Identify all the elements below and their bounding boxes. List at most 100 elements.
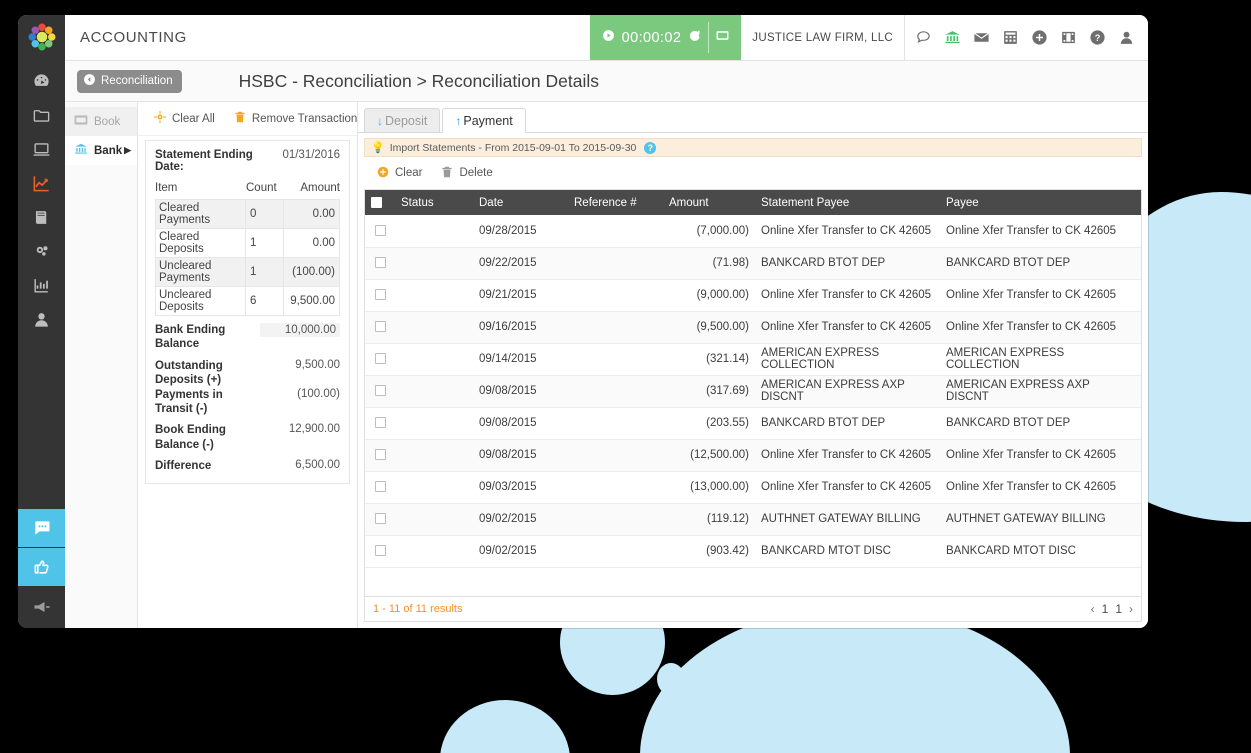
cell-amount: (321.14) xyxy=(663,343,755,375)
sidebar-item-library[interactable] xyxy=(18,200,65,234)
table-row[interactable]: 09/14/2015(321.14)AMERICAN EXPRESS COLLE… xyxy=(365,343,1142,375)
video-icon[interactable] xyxy=(1054,15,1082,61)
row-checkbox[interactable] xyxy=(375,385,386,396)
table-row: Cleared Deposits 1 0.00 xyxy=(156,229,340,258)
row-checkbox[interactable] xyxy=(375,545,386,556)
help-icon[interactable]: ? xyxy=(644,142,656,154)
table-row[interactable]: 09/28/2015(7,000.00)Online Xfer Transfer… xyxy=(365,215,1142,247)
cell-actions[interactable] xyxy=(1140,279,1142,311)
sidebar-item-accounting[interactable] xyxy=(18,166,65,200)
row-checkbox[interactable] xyxy=(375,449,386,460)
select-all-checkbox-header[interactable] xyxy=(365,190,395,215)
cell-actions[interactable] xyxy=(1140,439,1142,471)
cell-actions[interactable] xyxy=(1140,215,1142,247)
row-checkbox[interactable] xyxy=(375,257,386,268)
table-row[interactable]: 09/03/2015(13,000.00)Online Xfer Transfe… xyxy=(365,471,1142,503)
current-page[interactable]: 1 xyxy=(1102,602,1109,616)
thumbs-up-icon[interactable] xyxy=(18,548,65,586)
cell-actions[interactable] xyxy=(1140,311,1142,343)
table-row[interactable]: 09/02/2015(119.12)AUTHNET GATEWAY BILLIN… xyxy=(365,503,1142,535)
table-row[interactable]: 09/08/2015(12,500.00)Online Xfer Transfe… xyxy=(365,439,1142,471)
cell-actions[interactable] xyxy=(1140,503,1142,535)
select-all-checkbox[interactable] xyxy=(371,197,382,208)
sidebar-item-book[interactable]: Book xyxy=(65,107,137,136)
statement-ending-date-row: Statement Ending Date: 01/31/2016 xyxy=(146,149,349,182)
row-checkbox-cell[interactable] xyxy=(365,439,395,471)
tab-payment[interactable]: ↑ Payment xyxy=(442,108,525,133)
cell-date: 09/08/2015 xyxy=(473,439,568,471)
table-row[interactable]: 09/08/2015(203.55)BANKCARD BTOT DEPBANKC… xyxy=(365,407,1142,439)
row-checkbox-cell[interactable] xyxy=(365,247,395,279)
cell-status xyxy=(395,439,473,471)
delete-button[interactable]: Delete xyxy=(440,165,492,182)
table-row[interactable]: 09/08/2015(317.69)AMERICAN EXPRESS AXP D… xyxy=(365,375,1142,407)
total-label: Book Ending Balance (-) xyxy=(155,423,260,452)
row-checkbox-cell[interactable] xyxy=(365,279,395,311)
sidebar-item-reports[interactable] xyxy=(18,268,65,302)
column-header-status[interactable]: Status xyxy=(395,190,473,215)
row-checkbox[interactable] xyxy=(375,289,386,300)
mail-icon[interactable] xyxy=(967,15,995,61)
sidebar-item-dashboard[interactable] xyxy=(18,64,65,98)
megaphone-icon[interactable] xyxy=(18,586,65,628)
sidebar-item-monitor[interactable] xyxy=(18,132,65,166)
column-header-reference[interactable]: Reference # xyxy=(568,190,663,215)
cell-date: 09/16/2015 xyxy=(473,311,568,343)
table-row[interactable]: 09/22/2015(71.98)BANKCARD BTOT DEPBANKCA… xyxy=(365,247,1142,279)
flower-logo[interactable] xyxy=(27,22,57,52)
chat-icon[interactable] xyxy=(909,15,937,61)
reset-icon[interactable] xyxy=(688,29,701,46)
cell-actions[interactable] xyxy=(1140,247,1142,279)
column-header-amount[interactable]: Amount xyxy=(663,190,755,215)
table-row[interactable]: 09/16/2015(9,500.00)Online Xfer Transfer… xyxy=(365,311,1142,343)
bank-icon[interactable] xyxy=(938,15,966,61)
clear-icon xyxy=(376,165,390,182)
timer-widget[interactable]: 00:00:02 xyxy=(590,15,742,60)
row-checkbox-cell[interactable] xyxy=(365,311,395,343)
play-icon[interactable] xyxy=(602,29,615,46)
tab-deposit[interactable]: ↓ Deposit xyxy=(364,108,440,132)
row-checkbox-cell[interactable] xyxy=(365,407,395,439)
clear-all-button[interactable]: Clear All xyxy=(153,110,215,127)
row-checkbox[interactable] xyxy=(375,321,386,332)
prev-page-button[interactable]: ‹ xyxy=(1091,602,1095,616)
chat-bubble-icon[interactable] xyxy=(18,509,65,547)
calculator-icon[interactable] xyxy=(996,15,1024,61)
cell-date: 09/08/2015 xyxy=(473,375,568,407)
back-to-reconciliation-button[interactable]: Reconciliation xyxy=(77,70,182,93)
sidebar-item-bank[interactable]: Bank ▶ xyxy=(65,136,137,165)
column-header-statement-payee[interactable]: Statement Payee xyxy=(755,190,940,215)
cell-actions[interactable] xyxy=(1140,535,1142,567)
table-row[interactable]: 09/02/2015(903.42)BANKCARD MTOT DISCBANK… xyxy=(365,535,1142,567)
sidebar-item-contacts[interactable] xyxy=(18,302,65,336)
row-checkbox-cell[interactable] xyxy=(365,375,395,407)
cell-actions[interactable] xyxy=(1140,471,1142,503)
user-icon[interactable] xyxy=(1112,15,1140,61)
card-icon[interactable] xyxy=(716,29,729,46)
row-checkbox[interactable] xyxy=(375,225,386,236)
row-checkbox[interactable] xyxy=(375,513,386,524)
next-page-button[interactable]: › xyxy=(1129,602,1133,616)
row-checkbox-cell[interactable] xyxy=(365,471,395,503)
sidebar-item-folder[interactable] xyxy=(18,98,65,132)
row-checkbox-cell[interactable] xyxy=(365,215,395,247)
column-header-date[interactable]: Date xyxy=(473,190,568,215)
row-checkbox[interactable] xyxy=(375,481,386,492)
cell-actions[interactable] xyxy=(1140,407,1142,439)
cell-actions[interactable] xyxy=(1140,343,1142,375)
svg-text:?: ? xyxy=(1094,33,1100,43)
sidebar-item-settings[interactable] xyxy=(18,234,65,268)
lightbulb-icon: 💡 xyxy=(371,141,385,154)
cell-actions[interactable] xyxy=(1140,375,1142,407)
add-icon[interactable] xyxy=(1025,15,1053,61)
row-checkbox[interactable] xyxy=(375,353,386,364)
clear-button[interactable]: Clear xyxy=(376,165,422,182)
help-icon[interactable]: ? xyxy=(1083,15,1111,61)
row-checkbox[interactable] xyxy=(375,417,386,428)
row-checkbox-cell[interactable] xyxy=(365,343,395,375)
table-row[interactable]: 09/21/2015(9,000.00)Online Xfer Transfer… xyxy=(365,279,1142,311)
row-checkbox-cell[interactable] xyxy=(365,503,395,535)
cell-payee: Online Xfer Transfer to CK 42605 xyxy=(940,215,1140,247)
row-checkbox-cell[interactable] xyxy=(365,535,395,567)
column-header-payee[interactable]: Payee xyxy=(940,190,1140,215)
